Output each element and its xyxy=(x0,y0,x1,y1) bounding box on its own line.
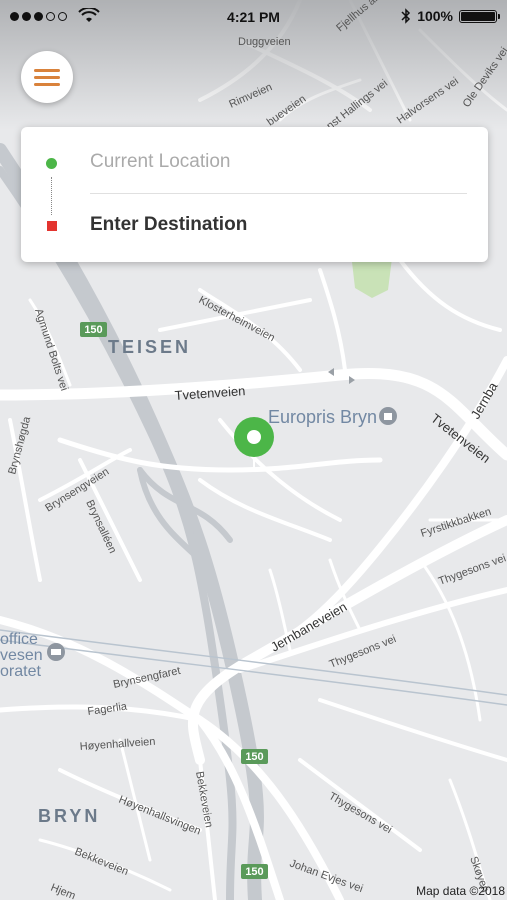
street-label: Duggveien xyxy=(238,36,291,48)
area-label-teisen: TEISEN xyxy=(108,337,191,357)
menu-button[interactable] xyxy=(21,51,73,103)
road-shield-label: 150 xyxy=(245,866,263,878)
divider xyxy=(90,193,467,194)
poi-label-europris: Europris Bryn xyxy=(268,407,377,427)
destination-square-icon xyxy=(47,221,57,231)
status-right: 100% xyxy=(401,8,500,24)
destination-placeholder: Enter Destination xyxy=(90,214,248,235)
poi-label-oratet: oratet xyxy=(0,663,41,680)
route-card: Current Location Enter Destination xyxy=(21,127,488,262)
origin-placeholder: Current Location xyxy=(90,151,231,172)
road-shield-label: 150 xyxy=(245,751,263,763)
poi-label-vesen: vesen xyxy=(0,647,43,664)
battery-percent: 100% xyxy=(417,8,453,24)
road-shield-label: 150 xyxy=(84,324,102,336)
bluetooth-icon xyxy=(401,8,411,24)
poi-label-office: office xyxy=(0,631,38,648)
status-bar: 4:21 PM 100% xyxy=(0,0,507,36)
area-label-bryn: BRYN xyxy=(38,806,100,826)
location-pin-icon[interactable] xyxy=(233,416,275,472)
destination-field[interactable]: Enter Destination xyxy=(21,195,488,255)
map-attribution: Map data ©2018 xyxy=(416,884,505,898)
battery-icon xyxy=(459,9,500,23)
origin-dot-icon xyxy=(46,158,57,169)
origin-field[interactable]: Current Location xyxy=(21,132,488,192)
